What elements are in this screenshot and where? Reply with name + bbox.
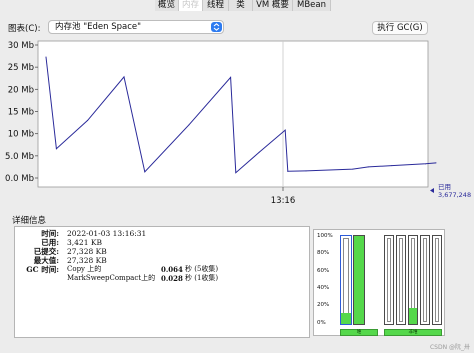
series-point [55,148,57,150]
pool-bar-frame [343,238,349,322]
series-point [305,170,307,172]
tab-threads[interactable]: 线程 [203,0,229,11]
series-point [144,171,146,173]
nonheap-group-label: 非堆 [384,329,442,336]
pool-bar-frame [435,238,439,322]
y-tick-label: 15 Mb [8,108,34,118]
series-point [391,165,393,167]
series-point [45,56,47,58]
detail-value-text: 3,421 KB [67,238,102,247]
details-panel: 时间: 2022-01-03 13:16:31 已用: 3,421 KB 已提交… [14,226,310,338]
perform-gc-button[interactable]: 执行 GC(G) [372,21,428,35]
series-point [435,162,437,164]
pool-tick-label: 60% [317,268,330,274]
series-point [287,170,289,172]
pool-tick-label: 100% [317,233,333,239]
y-tick-label: 0.0 Mb [5,174,34,184]
tab-memory[interactable]: 内存 [179,0,203,11]
series-point [188,124,190,126]
pool-bar-frame [399,238,403,322]
chart-selector-label: 图表(C): [8,24,41,34]
series-point [235,172,237,174]
detail-value: 3,421 KB [67,238,102,247]
memory-pools-bar-chart: 100% 80% 60% 40% 20% 0% 堆 非堆 [313,229,445,336]
detail-value: 27,328 KB [67,247,107,256]
tab-mbean[interactable]: MBean [293,0,331,11]
tab-classes[interactable]: 类 [229,0,253,11]
pool-bar-fill [409,308,417,324]
series-point [425,163,427,165]
gc-unit-copy: 秒 (5收集) [185,265,219,273]
pool-bar-fill [341,312,351,324]
y-tick-label: 30 Mb [8,41,34,51]
series-point [352,168,354,170]
pool-tick-label: 40% [317,285,330,291]
chart-selector-dropdown[interactable]: 内存池 "Eden Space" [48,20,224,34]
memory-chart: 30 Mb 25 Mb 20 Mb 15 Mb 10 Mb 5.0 Mb 0.0 Mb 13… [5,40,471,206]
pool-bar-frame [387,238,391,322]
pool-bar[interactable] [420,235,430,325]
gc-time-marksweep: 0.028 [161,274,183,283]
series-point [123,76,125,78]
gc-collector-copy: Copy 上的 [67,265,102,273]
watermark: CSDN @阮_卅 [429,344,470,351]
chevron-updown-icon [211,22,222,32]
pool-tick-label: 20% [317,302,330,308]
y-tick-label: 20 Mb [8,85,34,95]
tab-vm-summary[interactable]: VM 概要 [253,0,293,11]
pool-bar[interactable] [384,235,394,325]
series-point [284,129,286,131]
legend-marker [430,188,434,193]
pool-bar[interactable] [408,235,418,325]
heap-group-label: 堆 [340,329,378,336]
series-point [230,76,232,78]
legend-series-name: 已用 [438,183,451,191]
series-point [87,119,89,121]
detail-key: 时间: [41,229,59,238]
y-axis: 30 Mb 25 Mb 20 Mb 15 Mb 10 Mb 5.0 Mb 0.0 Mb [5,41,38,184]
series-point [258,151,260,153]
pool-bar-frame [423,238,427,322]
series-point [367,166,369,168]
tab-bar: 概览 内存 线程 类 VM 概要 MBean [0,0,474,11]
detail-value: 27,328 KB [67,256,107,265]
y-tick-label: 5.0 Mb [5,152,34,162]
detail-key: GC 时间: [26,265,59,274]
y-tick-label: 10 Mb [8,130,34,140]
pool-tick-label: 0% [317,320,326,326]
gc-collector-marksweep: MarkSweepCompact上的 [67,274,156,282]
gc-time-copy: 0.064 [161,265,183,274]
details-section-title: 详细信息 [12,216,47,226]
pool-tick-label: 80% [317,250,330,256]
pool-bar[interactable] [353,235,365,325]
pool-bar[interactable] [432,235,442,325]
pool-bar[interactable] [396,235,406,325]
chart-selector-value: 内存池 "Eden Space" [55,22,142,32]
legend-series-value: 3,677,248 [438,191,471,199]
jconsole-window: 概览 内存 线程 类 VM 概要 MBean 图表(C): 内存池 "Eden … [0,0,474,353]
tab-overview[interactable]: 概览 [155,0,179,11]
pool-bar[interactable] [340,235,352,325]
x-tick-label: 13:16 [271,196,296,206]
detail-key: 最大值: [33,256,59,265]
y-tick-label: 25 Mb [8,63,34,73]
detail-key: 已用: [41,238,59,247]
gc-unit-marksweep: 秒 (1收集) [185,274,219,282]
legend: 已用 3,677,248 [430,183,471,199]
detail-value: 2022-01-03 13:16:31 [67,229,147,238]
detail-key: 已提交: [33,247,59,256]
pool-bar-fill [354,236,364,324]
